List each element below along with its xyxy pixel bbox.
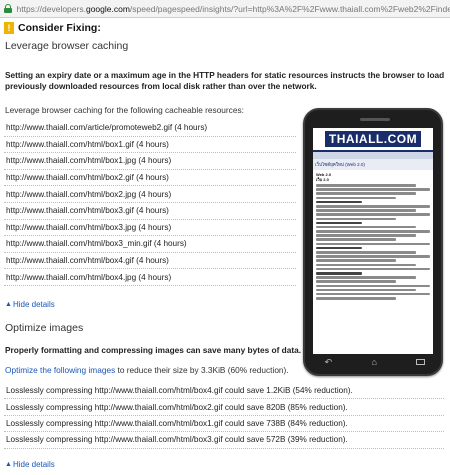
site-logo: THAIALL.COM [324, 131, 422, 147]
image-compression-row: Losslessly compressing http://www.thaial… [4, 432, 444, 449]
caching-hide-details-link[interactable]: ▲ Hide details [5, 300, 55, 309]
caching-description: Setting an expiry date or a maximum age … [5, 70, 445, 91]
image-compression-row: Losslessly compressing http://www.thaial… [4, 399, 444, 416]
caching-title: Leverage browser caching [5, 40, 129, 52]
cacheable-resource-row: http://www.thaiall.com/html/box2.jpg (4 … [4, 186, 296, 203]
address-bar[interactable]: https://developers.google.com/speed/page… [0, 0, 450, 18]
cacheable-resource-row: http://www.thaiall.com/html/box3.gif (4 … [4, 203, 296, 220]
phone-speaker [360, 118, 390, 121]
optimize-images-link[interactable]: Optimize the following images [5, 365, 115, 375]
cacheable-resource-row: http://www.thaiall.com/html/box3_min.gif… [4, 236, 296, 253]
images-list: Losslessly compressing http://www.thaial… [4, 383, 444, 449]
content-subheading: เว็บ 2.0 [316, 177, 329, 183]
caching-resource-list: http://www.thaiall.com/article/promotewe… [4, 120, 296, 286]
caching-intro: Leverage browser caching for the followi… [5, 105, 244, 115]
cacheable-resource-row: http://www.thaiall.com/html/box1.gif (4 … [4, 137, 296, 154]
cacheable-resource-row: http://www.thaiall.com/html/box1.jpg (4 … [4, 153, 296, 170]
cacheable-resource-row: http://www.thaiall.com/html/box4.jpg (4 … [4, 269, 296, 286]
warning-icon: ! [4, 22, 14, 34]
cacheable-resource-row: http://www.thaiall.com/html/box2.gif (4 … [4, 170, 296, 187]
images-hide-details-link[interactable]: ▲ Hide details [5, 460, 55, 469]
image-compression-row: Losslessly compressing http://www.thaial… [4, 383, 444, 400]
images-intro: Optimize the following images to reduce … [5, 365, 289, 375]
phone-screen: THAIALL.COM เว็บไซต์ยุคใหม่ (Web 2.0) We… [313, 128, 433, 354]
phone-nav-buttons: ↶ ⌂ [305, 357, 445, 368]
recent-apps-icon [416, 357, 426, 368]
cacheable-resource-row: http://www.thaiall.com/html/box3.jpg (4 … [4, 220, 296, 237]
images-title: Optimize images [5, 322, 84, 334]
back-icon: ↶ [324, 357, 333, 367]
consider-fixing-title: Consider Fixing: [18, 22, 101, 34]
triangle-up-icon: ▲ [5, 461, 12, 468]
consider-fixing-heading: ! Consider Fixing: [4, 22, 101, 34]
triangle-up-icon: ▲ [5, 301, 12, 308]
site-header: THAIALL.COM [313, 128, 433, 152]
site-content: Web 2.0 เว็บ 2.0 [313, 170, 433, 303]
site-title: เว็บไซต์ยุคใหม่ (Web 2.0) [313, 159, 433, 170]
cacheable-resource-row: http://www.thaiall.com/html/box4.gif (4 … [4, 253, 296, 270]
mobile-preview: THAIALL.COM เว็บไซต์ยุคใหม่ (Web 2.0) We… [303, 108, 443, 376]
cacheable-resource-row: http://www.thaiall.com/article/promotewe… [4, 120, 296, 137]
site-nav-bar [313, 152, 433, 159]
lock-icon [4, 4, 12, 13]
home-icon: ⌂ [371, 357, 377, 367]
url-text[interactable]: https://developers.google.com/speed/page… [17, 4, 450, 14]
image-compression-row: Losslessly compressing http://www.thaial… [4, 416, 444, 433]
